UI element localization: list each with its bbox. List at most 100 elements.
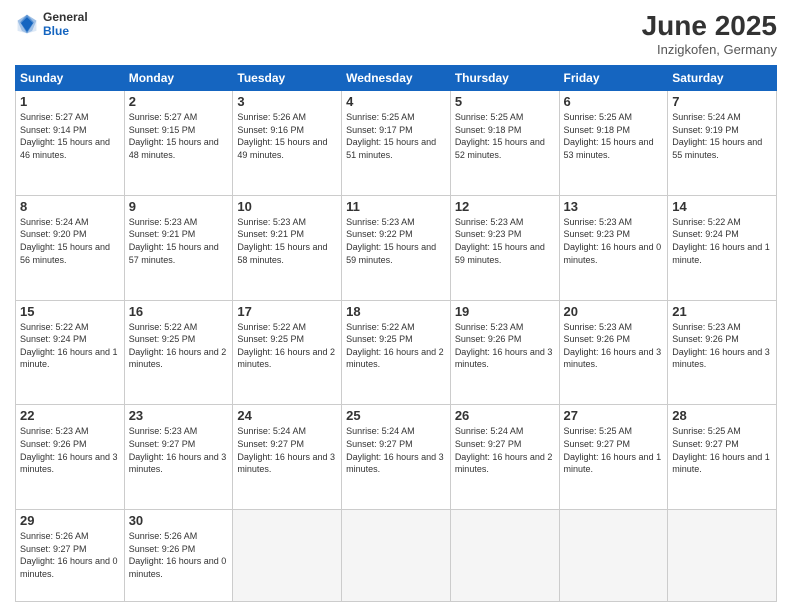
day-number: 29 — [20, 513, 120, 528]
day-info: Sunrise: 5:22 AMSunset: 9:24 PMDaylight:… — [672, 216, 772, 266]
calendar-cell: 15 Sunrise: 5:22 AMSunset: 9:24 PMDayligh… — [16, 300, 125, 405]
day-number: 30 — [129, 513, 229, 528]
day-number: 16 — [129, 304, 229, 319]
day-number: 26 — [455, 408, 555, 423]
calendar-cell: 28 Sunrise: 5:25 AMSunset: 9:27 PMDayligh… — [668, 405, 777, 510]
calendar-cell: 29 Sunrise: 5:26 AMSunset: 9:27 PMDayligh… — [16, 510, 125, 602]
day-number: 8 — [20, 199, 120, 214]
day-number: 12 — [455, 199, 555, 214]
day-info: Sunrise: 5:23 AMSunset: 9:22 PMDaylight:… — [346, 216, 446, 266]
calendar-cell: 16Sunrise: 5:22 AMSunset: 9:25 PMDayligh… — [124, 300, 233, 405]
calendar-cell: 22 Sunrise: 5:23 AMSunset: 9:26 PMDayligh… — [16, 405, 125, 510]
day-number: 22 — [20, 408, 120, 423]
day-number: 21 — [672, 304, 772, 319]
day-number: 15 — [20, 304, 120, 319]
calendar-cell: 4 Sunrise: 5:25 AMSunset: 9:17 PMDaylight… — [342, 91, 451, 196]
logo-general: General — [43, 10, 88, 24]
month-title: June 2025 — [642, 10, 777, 42]
day-info: Sunrise: 5:26 AMSunset: 9:16 PMDaylight:… — [237, 111, 337, 161]
calendar-cell — [450, 510, 559, 602]
day-info: Sunrise: 5:24 AMSunset: 9:19 PMDaylight:… — [672, 111, 772, 161]
day-info: Sunrise: 5:23 AMSunset: 9:23 PMDaylight:… — [564, 216, 664, 266]
location: Inzigkofen, Germany — [642, 42, 777, 57]
day-info: Sunrise: 5:25 AMSunset: 9:18 PMDaylight:… — [564, 111, 664, 161]
calendar-cell: 6Sunrise: 5:25 AMSunset: 9:18 PMDaylight… — [559, 91, 668, 196]
day-info: Sunrise: 5:26 AMSunset: 9:27 PMDaylight:… — [20, 530, 120, 580]
day-info: Sunrise: 5:23 AMSunset: 9:26 PMDaylight:… — [672, 321, 772, 371]
calendar-cell: 3 Sunrise: 5:26 AMSunset: 9:16 PMDaylight… — [233, 91, 342, 196]
calendar-cell: 7 Sunrise: 5:24 AMSunset: 9:19 PMDaylight… — [668, 91, 777, 196]
day-number: 20 — [564, 304, 664, 319]
calendar-week-row: 1 Sunrise: 5:27 AMSunset: 9:14 PMDaylight… — [16, 91, 777, 196]
calendar-cell: 20 Sunrise: 5:23 AMSunset: 9:26 PMDayligh… — [559, 300, 668, 405]
day-info: Sunrise: 5:23 AMSunset: 9:23 PMDaylight:… — [455, 216, 555, 266]
weekday-header: Saturday — [668, 66, 777, 91]
day-number: 17 — [237, 304, 337, 319]
calendar-cell: 10Sunrise: 5:23 AMSunset: 9:21 PMDayligh… — [233, 195, 342, 300]
calendar-cell: 1 Sunrise: 5:27 AMSunset: 9:14 PMDaylight… — [16, 91, 125, 196]
title-block: June 2025 Inzigkofen, Germany — [642, 10, 777, 57]
calendar-cell: 14Sunrise: 5:22 AMSunset: 9:24 PMDayligh… — [668, 195, 777, 300]
day-number: 27 — [564, 408, 664, 423]
calendar-cell: 8 Sunrise: 5:24 AMSunset: 9:20 PMDaylight… — [16, 195, 125, 300]
calendar-table: SundayMondayTuesdayWednesdayThursdayFrid… — [15, 65, 777, 602]
day-info: Sunrise: 5:27 AMSunset: 9:14 PMDaylight:… — [20, 111, 120, 161]
day-number: 7 — [672, 94, 772, 109]
day-info: Sunrise: 5:24 AMSunset: 9:20 PMDaylight:… — [20, 216, 120, 266]
day-info: Sunrise: 5:25 AMSunset: 9:27 PMDaylight:… — [672, 425, 772, 475]
day-info: Sunrise: 5:22 AMSunset: 9:25 PMDaylight:… — [346, 321, 446, 371]
day-info: Sunrise: 5:25 AMSunset: 9:18 PMDaylight:… — [455, 111, 555, 161]
calendar-cell: 24Sunrise: 5:24 AMSunset: 9:27 PMDayligh… — [233, 405, 342, 510]
day-number: 9 — [129, 199, 229, 214]
page: General Blue June 2025 Inzigkofen, Germa… — [0, 0, 792, 612]
day-number: 2 — [129, 94, 229, 109]
weekday-header: Sunday — [16, 66, 125, 91]
day-number: 4 — [346, 94, 446, 109]
calendar-cell: 19 Sunrise: 5:23 AMSunset: 9:26 PMDayligh… — [450, 300, 559, 405]
day-number: 28 — [672, 408, 772, 423]
calendar-cell: 18 Sunrise: 5:22 AMSunset: 9:25 PMDayligh… — [342, 300, 451, 405]
day-info: Sunrise: 5:22 AMSunset: 9:25 PMDaylight:… — [237, 321, 337, 371]
calendar-cell: 11Sunrise: 5:23 AMSunset: 9:22 PMDayligh… — [342, 195, 451, 300]
day-info: Sunrise: 5:23 AMSunset: 9:26 PMDaylight:… — [455, 321, 555, 371]
weekday-header: Tuesday — [233, 66, 342, 91]
weekday-header: Friday — [559, 66, 668, 91]
day-info: Sunrise: 5:22 AMSunset: 9:24 PMDaylight:… — [20, 321, 120, 371]
logo-blue: Blue — [43, 24, 88, 38]
calendar-week-row: 29 Sunrise: 5:26 AMSunset: 9:27 PMDayligh… — [16, 510, 777, 602]
day-info: Sunrise: 5:27 AMSunset: 9:15 PMDaylight:… — [129, 111, 229, 161]
header: General Blue June 2025 Inzigkofen, Germa… — [15, 10, 777, 57]
day-info: Sunrise: 5:23 AMSunset: 9:21 PMDaylight:… — [237, 216, 337, 266]
day-number: 1 — [20, 94, 120, 109]
day-number: 23 — [129, 408, 229, 423]
day-number: 5 — [455, 94, 555, 109]
day-number: 18 — [346, 304, 446, 319]
weekday-header: Monday — [124, 66, 233, 91]
day-info: Sunrise: 5:23 AMSunset: 9:27 PMDaylight:… — [129, 425, 229, 475]
day-info: Sunrise: 5:25 AMSunset: 9:17 PMDaylight:… — [346, 111, 446, 161]
calendar-cell: 2 Sunrise: 5:27 AMSunset: 9:15 PMDaylight… — [124, 91, 233, 196]
weekday-header: Thursday — [450, 66, 559, 91]
calendar-cell: 26 Sunrise: 5:24 AMSunset: 9:27 PMDayligh… — [450, 405, 559, 510]
day-number: 25 — [346, 408, 446, 423]
logo-icon — [15, 12, 39, 36]
calendar-cell: 25Sunrise: 5:24 AMSunset: 9:27 PMDayligh… — [342, 405, 451, 510]
calendar-cell: 23 Sunrise: 5:23 AMSunset: 9:27 PMDayligh… — [124, 405, 233, 510]
calendar-cell: 13Sunrise: 5:23 AMSunset: 9:23 PMDayligh… — [559, 195, 668, 300]
calendar-cell: 27Sunrise: 5:25 AMSunset: 9:27 PMDayligh… — [559, 405, 668, 510]
calendar-cell: 17 Sunrise: 5:22 AMSunset: 9:25 PMDayligh… — [233, 300, 342, 405]
day-info: Sunrise: 5:23 AMSunset: 9:26 PMDaylight:… — [564, 321, 664, 371]
day-info: Sunrise: 5:23 AMSunset: 9:26 PMDaylight:… — [20, 425, 120, 475]
calendar-cell — [668, 510, 777, 602]
calendar-week-row: 22 Sunrise: 5:23 AMSunset: 9:26 PMDayligh… — [16, 405, 777, 510]
calendar-week-row: 15 Sunrise: 5:22 AMSunset: 9:24 PMDayligh… — [16, 300, 777, 405]
day-number: 24 — [237, 408, 337, 423]
day-number: 3 — [237, 94, 337, 109]
logo: General Blue — [15, 10, 88, 39]
day-info: Sunrise: 5:24 AMSunset: 9:27 PMDaylight:… — [455, 425, 555, 475]
calendar-cell — [342, 510, 451, 602]
weekday-header: Wednesday — [342, 66, 451, 91]
calendar-cell: 5 Sunrise: 5:25 AMSunset: 9:18 PMDaylight… — [450, 91, 559, 196]
calendar-cell — [233, 510, 342, 602]
day-number: 19 — [455, 304, 555, 319]
